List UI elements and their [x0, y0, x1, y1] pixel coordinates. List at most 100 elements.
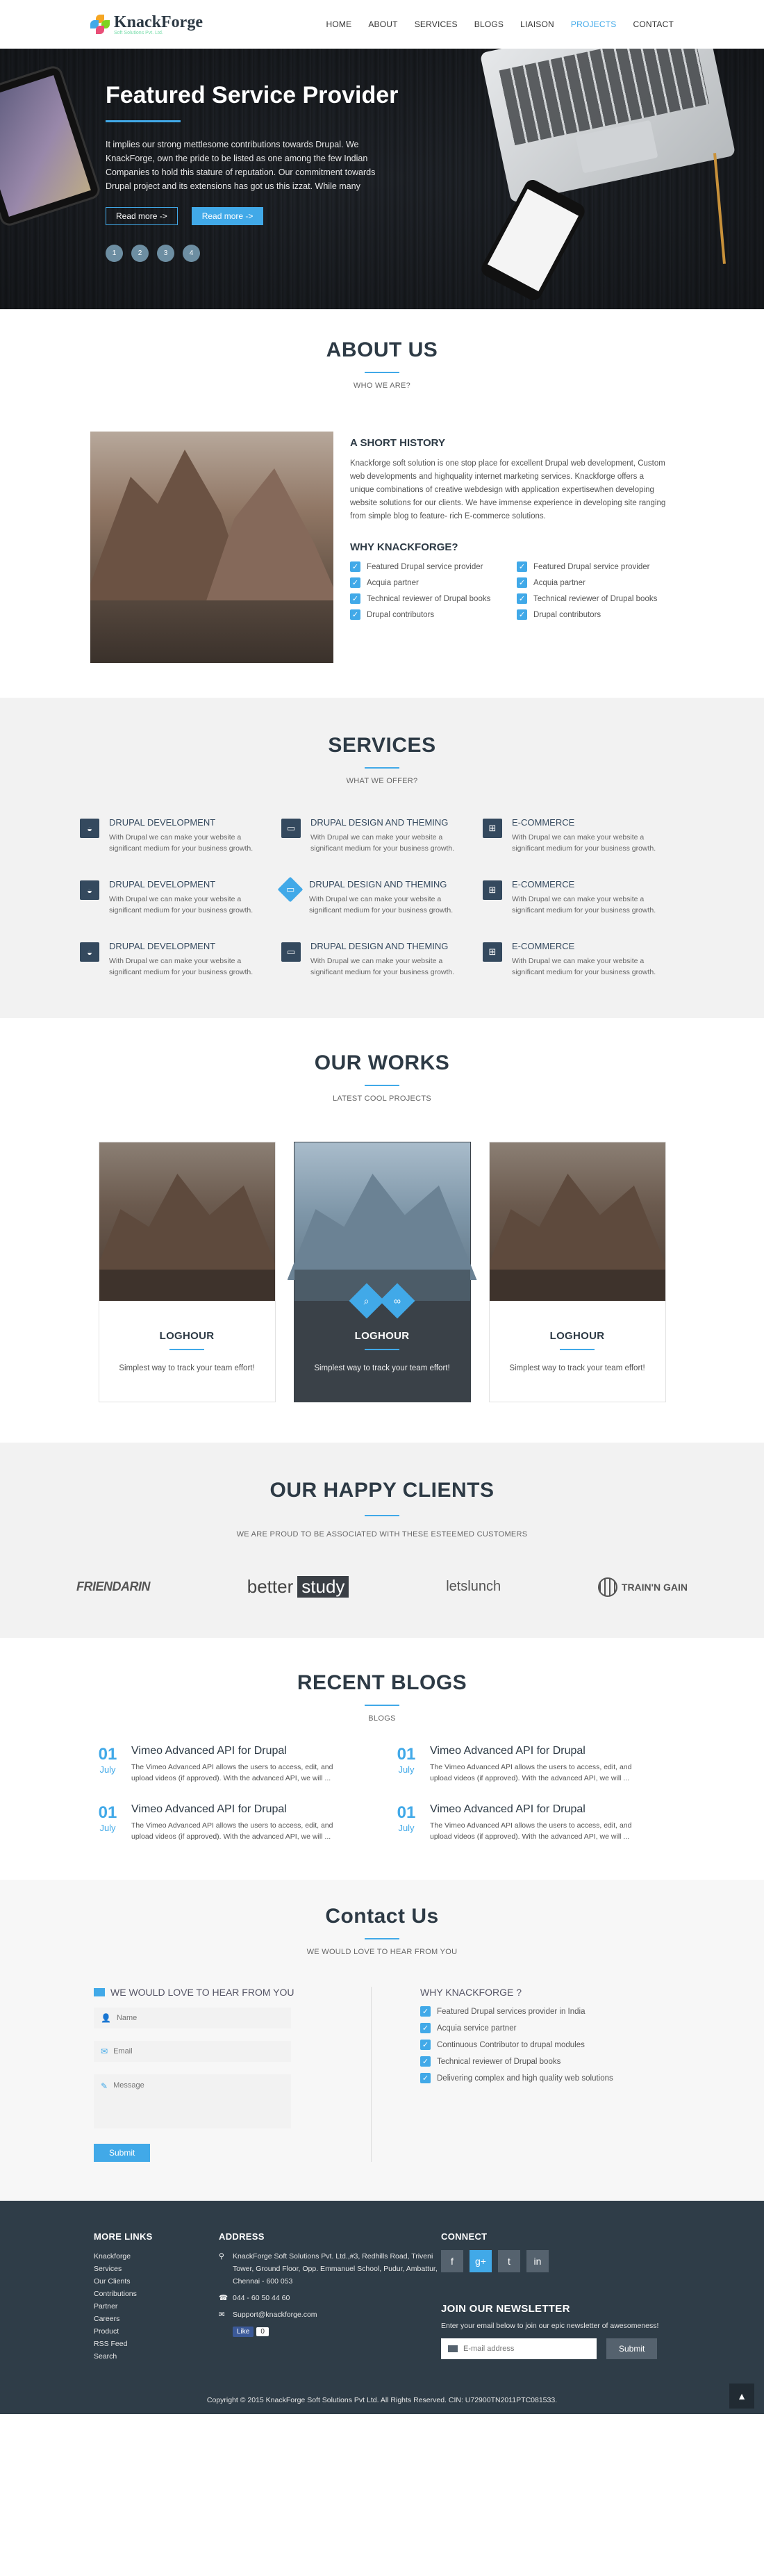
footer-link[interactable]: RSS Feed — [94, 2338, 219, 2350]
section-divider — [365, 1515, 399, 1516]
name-input[interactable] — [116, 2014, 284, 2022]
linkedin-icon[interactable]: in — [526, 2250, 549, 2272]
service-item[interactable]: ▭ DRUPAL DESIGN AND THEMING With Drupal we… — [277, 876, 483, 916]
facebook-icon[interactable]: f — [441, 2250, 463, 2272]
nav-home[interactable]: HOME — [326, 19, 352, 29]
blog-item[interactable]: 01 July Vimeo Advanced API for Drupal The V… — [392, 1803, 670, 1842]
check-icon: ✓ — [350, 593, 360, 604]
slider-dot-1[interactable]: 1 — [106, 245, 123, 262]
twitter-icon[interactable]: t — [498, 2250, 520, 2272]
why-item: ✓ Featured Drupal service provider — [517, 561, 683, 572]
facebook-like[interactable]: Like 0 — [233, 2327, 269, 2337]
email-text[interactable]: Support@knackforge.com — [233, 2308, 317, 2321]
works-section: OUR WORKS LATEST COOL PROJECTS LOGHOUR Si… — [0, 1018, 764, 1443]
logo[interactable]: KnackForge Soft Solutions Pvt. Ltd. — [90, 13, 203, 35]
monitor-icon: ▭ — [277, 876, 304, 903]
nav-contact[interactable]: CONTACT — [633, 19, 674, 29]
name-field[interactable]: 👤 — [94, 2008, 291, 2028]
services-section: SERVICES WHAT WE OFFER? ◒ DRUPAL DEVELOPM… — [0, 698, 764, 1018]
footer: MORE LINKS Knackforge Services Our Clien… — [0, 2201, 764, 2414]
check-icon: ✓ — [350, 609, 360, 620]
blogs-section: RECENT BLOGS BLOGS 01 July Vimeo Advanced … — [0, 1638, 764, 1880]
works-grid: LOGHOUR Simplest way to track your team e… — [0, 1142, 764, 1402]
services-subtitle: WHAT WE OFFER? — [346, 777, 418, 785]
scroll-to-top-icon[interactable]: ▲ — [729, 2384, 754, 2409]
work-image — [99, 1142, 275, 1301]
service-item[interactable]: ⊞ E-COMMERCE With Drupal we can make your … — [483, 879, 684, 916]
check-icon: ✓ — [420, 2006, 431, 2017]
client-logo-letslunch: letslunch — [446, 1579, 501, 1594]
read-more-button[interactable]: Read more -> — [191, 207, 264, 225]
work-card[interactable]: LOGHOUR Simplest way to track your team e… — [488, 1142, 666, 1402]
globe-icon — [597, 1577, 617, 1597]
newsletter-field[interactable] — [441, 2338, 597, 2359]
like-count: 0 — [256, 2327, 269, 2336]
newsletter-title: JOIN OUR NEWSLETTER — [441, 2303, 570, 2315]
section-divider — [365, 1705, 399, 1706]
nav-services[interactable]: SERVICES — [415, 19, 458, 29]
cart-icon: ⊞ — [483, 819, 502, 838]
service-item[interactable]: ◒ DRUPAL DEVELOPMENT With Drupal we can ma… — [80, 879, 281, 916]
footer-link[interactable]: Careers — [94, 2313, 219, 2325]
slider-dot-4[interactable]: 4 — [183, 245, 200, 262]
work-card[interactable]: ⌕ ∞ LOGHOUR Simplest way to track your te… — [287, 1142, 477, 1402]
contact-why-list: ✓ Featured Drupal services provider in In… — [420, 2006, 613, 2083]
submit-button[interactable]: Submit — [94, 2144, 151, 2162]
nav-projects[interactable]: PROJECTS — [571, 19, 617, 29]
services-grid: ◒ DRUPAL DEVELOPMENT With Drupal we can ma… — [80, 817, 684, 978]
newsletter-submit-button[interactable]: Submit — [606, 2338, 658, 2359]
service-item[interactable]: ▭ DRUPAL DESIGN AND THEMING With Drupal we… — [281, 817, 483, 854]
check-icon: ✓ — [350, 561, 360, 572]
client-logo-better-study: better study — [247, 1576, 349, 1598]
why-item: ✓ Acquia service partner — [420, 2023, 613, 2033]
work-card[interactable]: LOGHOUR Simplest way to track your team e… — [98, 1142, 276, 1402]
footer-link[interactable]: Contributions — [94, 2288, 219, 2300]
service-item[interactable]: ⊞ E-COMMERCE With Drupal we can make your … — [483, 941, 684, 978]
service-item[interactable]: ◒ DRUPAL DEVELOPMENT With Drupal we can ma… — [80, 941, 281, 978]
link-icon[interactable]: ∞ — [379, 1283, 415, 1319]
nav-liaison[interactable]: LIAISON — [520, 19, 554, 29]
why-item: ✓ Drupal contributors — [350, 609, 517, 620]
work-image — [489, 1142, 665, 1301]
service-item[interactable]: ▭ DRUPAL DESIGN AND THEMING With Drupal we… — [281, 941, 483, 978]
check-icon: ✓ — [420, 2023, 431, 2033]
footer-link[interactable]: Services — [94, 2263, 219, 2275]
like-button[interactable]: Like — [233, 2327, 254, 2337]
message-input[interactable] — [113, 2081, 284, 2123]
check-icon: ✓ — [420, 2073, 431, 2083]
message-field[interactable]: ✎ — [94, 2074, 291, 2128]
why-item: ✓ Delivering complex and high quality web… — [420, 2073, 613, 2083]
service-item[interactable]: ⊞ E-COMMERCE With Drupal we can make your … — [483, 817, 684, 854]
email-field[interactable]: ✉ — [94, 2041, 291, 2062]
slider-dot-2[interactable]: 2 — [131, 245, 149, 262]
contact-subtitle: WE WOULD LOVE TO HEAR FROM YOU — [306, 1948, 458, 1956]
hero-title: Featured Service Provider — [106, 82, 399, 108]
footer-link[interactable]: Partner — [94, 2300, 219, 2313]
monitor-icon: ▭ — [281, 819, 301, 838]
nav-blogs[interactable]: BLOGS — [474, 19, 504, 29]
drupal-icon: ◒ — [80, 880, 99, 900]
footer-link[interactable]: Product — [94, 2325, 219, 2338]
service-item[interactable]: ◒ DRUPAL DEVELOPMENT With Drupal we can ma… — [80, 817, 281, 854]
email-input[interactable] — [113, 2047, 284, 2056]
footer-link[interactable]: Our Clients — [94, 2275, 219, 2288]
client-logo-traingain: TRAIN'N GAIN — [597, 1577, 688, 1597]
blog-item[interactable]: 01 July Vimeo Advanced API for Drupal The V… — [392, 1745, 670, 1784]
why-item: ✓ Technical reviewer of Drupal books — [517, 593, 683, 604]
blog-item[interactable]: 01 July Vimeo Advanced API for Drupal The V… — [94, 1803, 372, 1842]
why-item: ✓ Featured Drupal service provider — [350, 561, 517, 572]
drupal-icon: ◒ — [80, 942, 99, 962]
footer-link[interactable]: Knackforge — [94, 2250, 219, 2263]
newsletter-email-input[interactable] — [463, 2345, 590, 2353]
blog-list: 01 July Vimeo Advanced API for Drupal The V… — [94, 1745, 670, 1842]
hero-slider: Featured Service Provider It implies our… — [0, 49, 764, 309]
nav-about[interactable]: ABOUT — [368, 19, 397, 29]
works-subtitle: LATEST COOL PROJECTS — [332, 1094, 432, 1103]
footer-link[interactable]: Search — [94, 2350, 219, 2363]
blog-item[interactable]: 01 July Vimeo Advanced API for Drupal The V… — [94, 1745, 372, 1784]
read-more-button-outline[interactable]: Read more -> — [106, 207, 178, 225]
why-item: ✓ Acquia partner — [517, 577, 683, 588]
slider-dot-3[interactable]: 3 — [157, 245, 174, 262]
user-icon: 👤 — [101, 2013, 111, 2023]
google-plus-icon[interactable]: g+ — [470, 2250, 492, 2272]
